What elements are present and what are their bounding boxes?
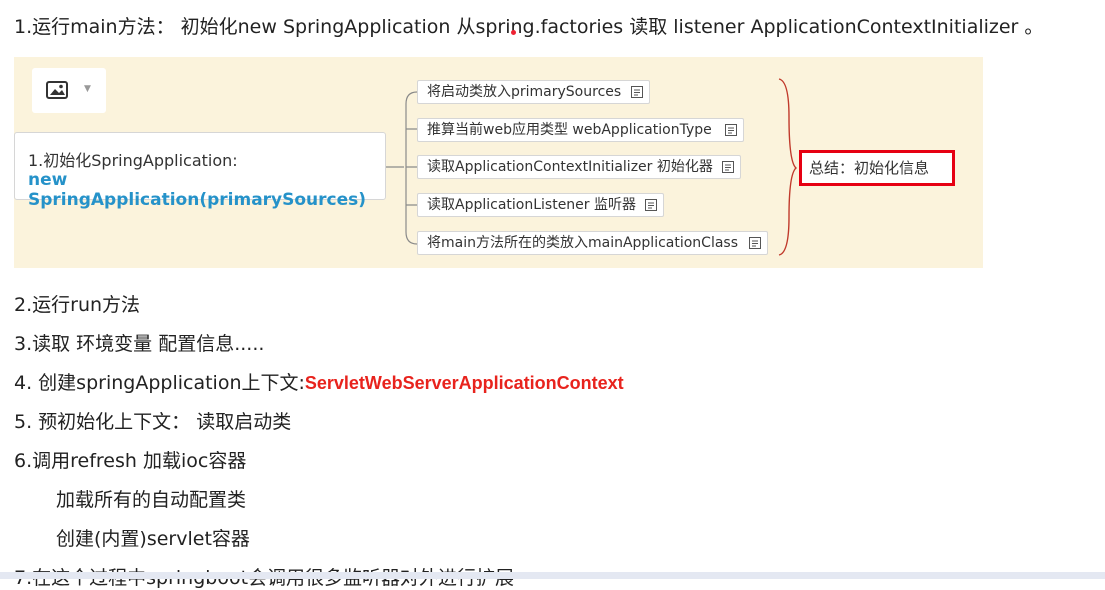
mindmap-child-node: 推算当前web应用类型 webApplicationType xyxy=(417,118,744,142)
window-bottom-bar xyxy=(0,572,1105,579)
step-6-sub-item: 加载所有的自动配置类 xyxy=(56,489,247,511)
step-4-text: 4. 创建springApplication上下文:ServletWebServ… xyxy=(14,368,624,395)
child-node-label: 读取ApplicationListener 监听器 xyxy=(427,197,637,213)
step-6-sub-item: 创建(内置)servlet容器 xyxy=(56,528,250,550)
root-node-code: new SpringApplication(primarySources) xyxy=(28,170,367,210)
summary-node: 总结：初始化信息 xyxy=(799,150,955,186)
step-6-text: 6.调用refresh 加载ioc容器 xyxy=(14,450,247,472)
child-node-label: 推算当前web应用类型 webApplicationType xyxy=(427,122,712,138)
note-icon xyxy=(749,237,761,249)
cursor-marker xyxy=(511,30,516,35)
mindmap-child-node: 将main方法所在的类放入mainApplicationClass xyxy=(417,231,768,255)
note-icon xyxy=(722,161,734,173)
step-5-text: 5. 预初始化上下文： 读取启动类 xyxy=(14,411,292,433)
mindmap-child-node: 读取ApplicationListener 监听器 xyxy=(417,193,664,217)
note-icon xyxy=(631,86,643,98)
mindmap-image: ▼ 1.初始化SpringApplication: new SpringAppl… xyxy=(14,57,983,268)
child-node-label: 将启动类放入primarySources xyxy=(427,84,622,100)
step-1-text: 1.运行main方法： 初始化new SpringApplication 从sp… xyxy=(14,16,1044,38)
child-node-label: 将main方法所在的类放入mainApplicationClass xyxy=(427,235,739,251)
note-icon xyxy=(645,199,657,211)
step-3-text: 3.读取 环境变量 配置信息..... xyxy=(14,333,265,355)
root-node-title: 1.初始化SpringApplication: xyxy=(28,151,238,170)
mindmap-child-node: 读取ApplicationContextInitializer 初始化器 xyxy=(417,155,741,179)
child-node-label: 读取ApplicationContextInitializer 初始化器 xyxy=(427,159,713,175)
step-4-highlight: ServletWebServerApplicationContext xyxy=(304,373,624,393)
mindmap-child-node: 将启动类放入primarySources xyxy=(417,80,650,104)
note-icon xyxy=(725,124,737,136)
step-2-text: 2.运行run方法 xyxy=(14,294,141,316)
mindmap-root-node: 1.初始化SpringApplication: new SpringApplic… xyxy=(14,132,386,210)
step-4-prefix: 4. 创建springApplication上下文: xyxy=(14,372,305,394)
